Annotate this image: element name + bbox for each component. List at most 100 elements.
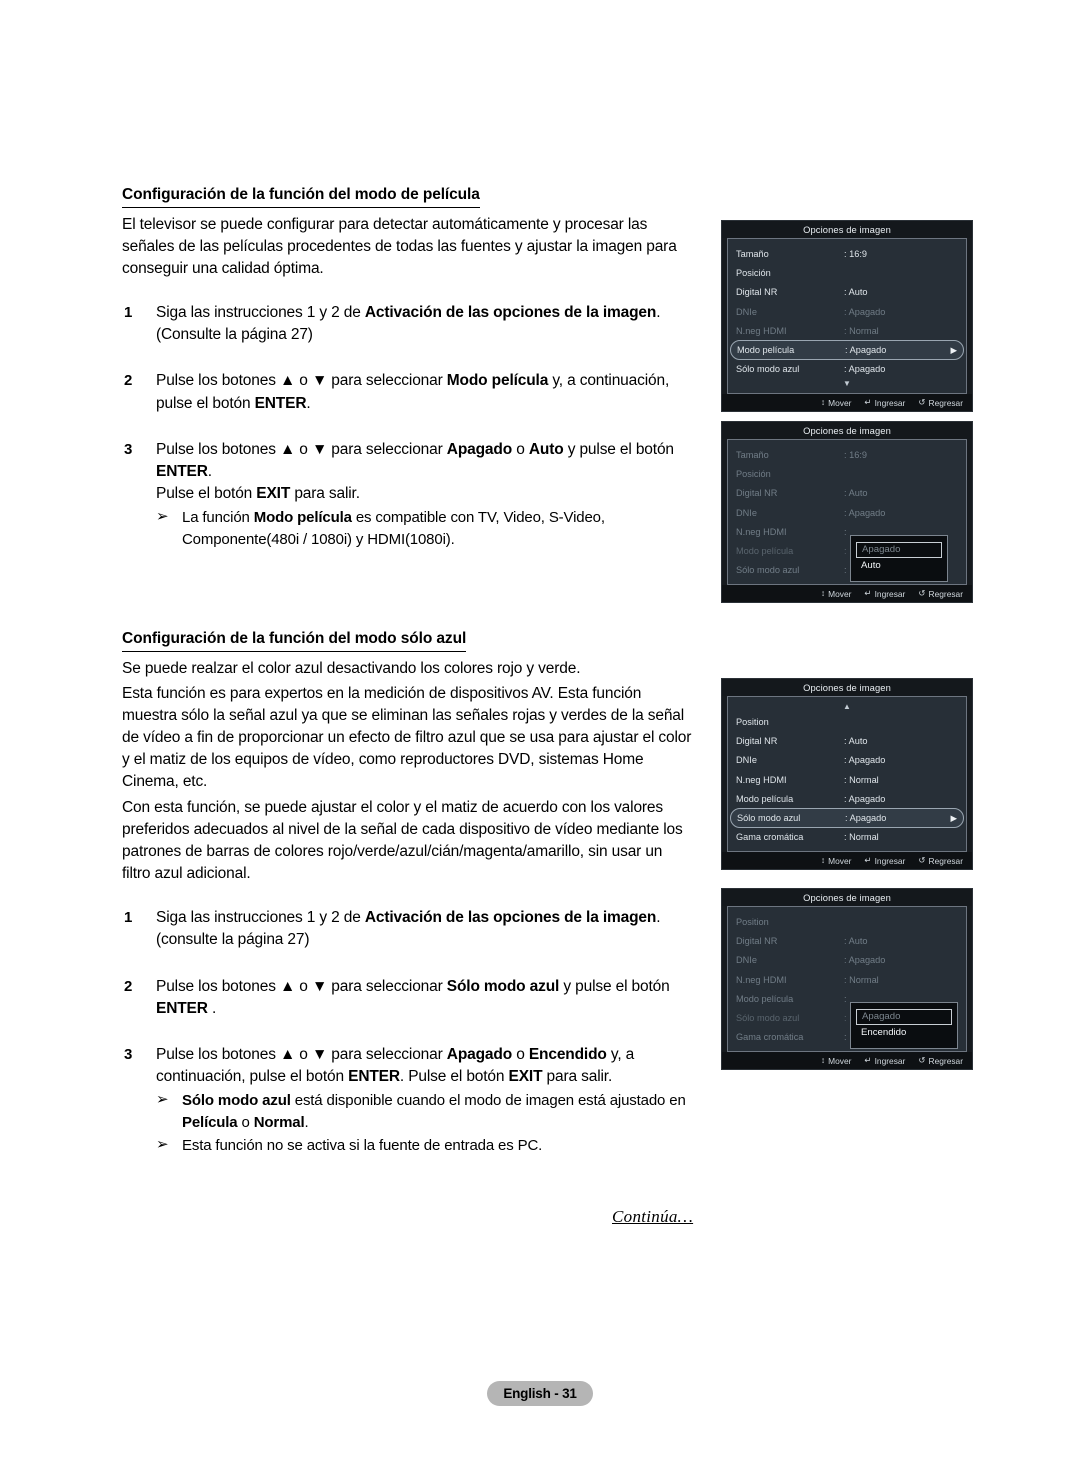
menu-film-mode-popup-row-2[interactable]: Digital NR: Auto [728,484,966,503]
menu-blue-only-list-row-6[interactable]: Gama cromática : Normal [728,828,966,847]
menu-film-mode-popup-dropdown[interactable]: Apagado Auto [850,535,948,582]
blue-only-step-3-run-5: ENTER [348,1067,400,1085]
menu-blue-only-popup-row-4-label: Modo película [736,993,794,1004]
section2-steps: 1 Siga las instrucciones 1 y 2 de Activac… [122,907,692,1156]
menu-blue-only-list-row-5-value: : Apagado [845,813,887,824]
menu-blue-only-popup-dropdown[interactable]: Apagado Encendido [850,1002,958,1049]
film-mode-step-3-run-2: o [512,440,529,458]
menu-film-mode-popup-footer-return-label: Regresar [928,588,963,599]
chevron-right-icon[interactable]: ▶ [950,345,957,356]
blue-only-note-3-0-run-1: está disponible cuando el modo de imagen… [290,1092,686,1110]
bullet-arrow-icon: ➢ [156,508,169,526]
return-arrow-icon: ↺ [918,855,926,866]
menu-film-mode-list-footer-return[interactable]: ↺ Regresar [918,398,963,408]
menu-film-mode-list-row-6-value: : Apagado [844,364,886,375]
menu-blue-only-popup-footer-enter[interactable]: ↵ Ingresar [864,1056,905,1066]
menu-blue-only-list-row-3[interactable]: N.neg HDMI: Normal [728,770,966,789]
menu-blue-only-popup-dropdown-option-0[interactable]: Apagado [856,1009,952,1025]
menu-film-mode-list-row-4-value: : Normal [844,325,879,336]
menu-blue-only-popup-footer-return[interactable]: ↺ Regresar [918,1056,963,1066]
menu-blue-only-popup-row-2[interactable]: DNIe: Apagado [728,951,966,970]
menu-blue-only-list-footer-enter[interactable]: ↵ Ingresar [864,856,905,866]
blue-only-note-text-3-0: Sólo modo azul está disponible cuando el… [182,1092,686,1130]
menu-film-mode-popup-footer-move[interactable]: ↕ Mover [821,589,852,599]
menu-film-mode-popup-row-0-value: : 16:9 [844,449,867,460]
blue-only-step-2-run-0: Pulse los botones ▲ o ▼ para seleccionar [156,977,447,995]
bullet-arrow-icon: ➢ [156,1136,169,1153]
film-mode-step-3-run-1: Apagado [446,440,513,458]
menu-film-mode-popup-row-3-label: DNIe [736,507,757,518]
menu-blue-only-list-row-6-label: Gama cromática [736,832,804,843]
menu-blue-only-list-footer: ↕ Mover ↵ Ingresar ↺ Regresar [722,852,972,870]
menu-blue-only-list-row-5-label: Sólo modo azul [737,813,801,824]
menu-film-mode-list-row-0[interactable]: Tamaño: 16:9 [728,244,966,263]
menu-blue-only-list-row-0-label: Position [736,716,769,727]
menu-blue-only-popup-row-1[interactable]: Digital NR: Auto [728,931,966,950]
menu-film-mode-popup-row-4-label: N.neg HDMI [736,526,787,537]
menu-blue-only-list-title: Opciones de imagen [722,679,972,696]
enter-key-icon: ↵ [864,1055,872,1066]
blue-only-note-3-0: ➢ Sólo modo azul está disponible cuando e… [156,1090,692,1133]
menu-blue-only-popup-footer-return-label: Regresar [928,1055,963,1066]
menu-blue-only-list-footer-move[interactable]: ↕ Mover [821,856,852,866]
film-mode-step-2-run-4: . [306,394,311,412]
menu-film-mode-list-row-2[interactable]: Digital NR: Auto [728,283,966,302]
menu-film-mode-popup-footer-return[interactable]: ↺ Regresar [918,589,963,599]
menu-film-mode-list-footer-enter-label: Ingresar [874,397,906,408]
blue-only-step-3: 3 Pulse los botones ▲ o ▼ para selecciona… [122,1044,692,1157]
menu-blue-only-popup-row-3[interactable]: N.neg HDMI: Normal [728,970,966,989]
menu-film-mode-popup-footer-enter[interactable]: ↵ Ingresar [864,589,905,599]
film-mode-step-3-run-4: y pulse el botón [563,440,674,458]
chevron-right-icon[interactable]: ▶ [950,813,957,824]
menu-blue-only-list-row-5[interactable]: Sólo modo azul : Apagado ▶ [730,808,964,828]
menu-blue-only-list-footer-move-label: Mover [828,855,852,866]
menu-film-mode-list-row-5[interactable]: Modo película: Apagado ▶ [730,340,964,360]
menu-film-mode-list-row-6[interactable]: Sólo modo azul: Apagado [728,360,966,379]
blue-only-step-1: 1 Siga las instrucciones 1 y 2 de Activac… [122,907,692,951]
film-mode-step-text-3: Pulse los botones ▲ o ▼ para seleccionar… [156,441,674,480]
menu-blue-only-popup-footer-move-label: Mover [828,1055,852,1066]
menu-blue-only-list-footer-return[interactable]: ↺ Regresar [918,856,963,866]
scroll-up-arrow-icon[interactable]: ▲ [728,702,966,712]
return-arrow-icon: ↺ [918,1055,926,1066]
menu-blue-only-list-row-6-value: : Normal [844,832,879,843]
menu-film-mode-list-footer-enter[interactable]: ↵ Ingresar [864,398,905,408]
menu-film-mode-list-footer-move[interactable]: ↕ Mover [821,398,852,408]
menu-film-mode-list-row-1[interactable]: Posición [728,263,966,282]
film-mode-step-number-3: 3 [124,440,133,458]
menu-blue-only-list-row-1[interactable]: Digital NR: Auto [728,731,966,750]
menu-film-mode-popup-row-2-label: Digital NR [736,488,778,499]
menu-film-mode-popup-row-3[interactable]: DNIe: Apagado [728,503,966,522]
section1-intro-paragraph: El televisor se puede configurar para de… [122,215,677,277]
film-mode-step-extra-3-run-1: EXIT [256,485,291,502]
menu-film-mode-popup-row-1-label: Posición [736,468,771,479]
menu-blue-only-popup-dropdown-option-1[interactable]: Encendido [856,1025,952,1041]
blue-only-note-text-3-1: Esta función no se activa si la fuente d… [182,1137,542,1154]
menu-film-mode-list-row-2-label: Digital NR [736,287,778,298]
film-mode-step-number-2: 2 [124,372,133,390]
film-mode-step-extra-3: Pulse el botón EXIT para salir. [156,483,692,505]
menu-film-mode-popup-dropdown-option-1[interactable]: Auto [856,558,942,574]
menu-film-mode-popup-dropdown-option-0[interactable]: Apagado [856,542,942,558]
menu-film-mode-list-row-3-value: : Apagado [844,306,886,317]
menu-blue-only-popup-row-0[interactable]: Position [728,912,966,931]
scroll-down-arrow-icon[interactable]: ▼ [728,379,966,389]
updown-arrow-icon: ↕ [820,1055,826,1066]
menu-film-mode-list-row-3[interactable]: DNIe: Apagado [728,302,966,321]
film-mode-step-2-run-3: ENTER [254,394,307,412]
menu-blue-only-popup-footer-move[interactable]: ↕ Mover [821,1056,852,1066]
film-mode-note-3-0-run-0: La función [182,509,254,527]
menu-blue-only-list-row-0[interactable]: Position [728,712,966,731]
menu-film-mode-popup-row-6-label: Sólo modo azul [736,565,800,576]
menu-film-mode-list-row-0-label: Tamaño [736,248,769,259]
menu-blue-only-list-row-4[interactable]: Modo película: Apagado [728,789,966,808]
menu-film-mode-list-row-4[interactable]: N.neg HDMI: Normal [728,321,966,340]
menu-film-mode-popup-row-1[interactable]: Posición [728,464,966,483]
menu-film-mode-popup-row-0[interactable]: Tamaño: 16:9 [728,445,966,464]
section2-paragraph-2: Esta función es para expertos en la medi… [122,684,692,791]
menu-film-mode-popup: Opciones de imagen Tamaño: 16:9 Posición Di… [721,421,973,604]
menu-film-mode-list-row-5-label: Modo película [737,345,795,356]
menu-blue-only-list-row-2[interactable]: DNIe: Apagado [728,751,966,770]
blue-only-note-3-0-run-5: . [304,1113,309,1131]
menu-blue-only-list-row-4-label: Modo película [736,793,794,804]
